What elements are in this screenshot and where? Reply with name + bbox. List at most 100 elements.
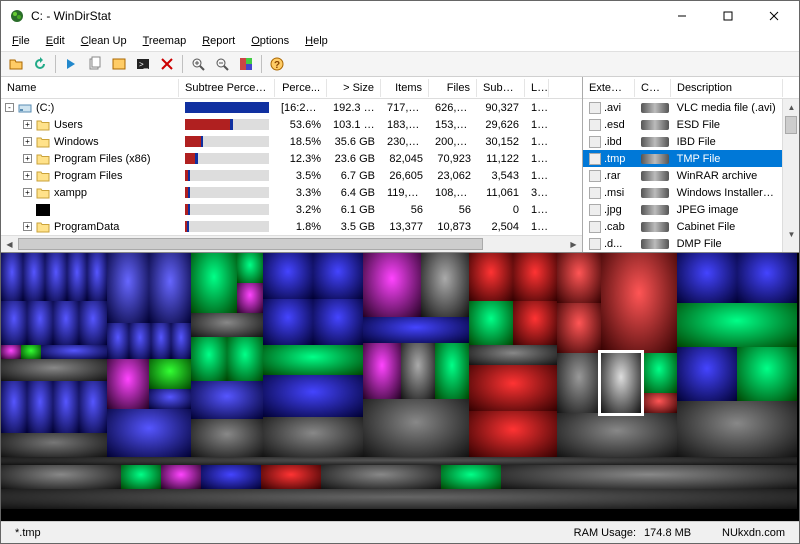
treemap-block[interactable]: [107, 253, 149, 323]
ext-row[interactable]: .rarWinRAR archive: [583, 167, 782, 184]
treemap-block[interactable]: [737, 347, 797, 401]
treemap-block[interactable]: [1, 457, 797, 465]
ext-row[interactable]: .d...DMP File: [583, 235, 782, 252]
treemap-block[interactable]: [469, 253, 513, 301]
treemap-block[interactable]: [237, 253, 263, 283]
minimize-button[interactable]: [659, 1, 705, 31]
tree-row[interactable]: -(C:)[16:29 s]192.3 GB717,226626,89990,3…: [1, 99, 582, 116]
treemap-block[interactable]: [435, 343, 469, 399]
copy-button[interactable]: [84, 53, 106, 75]
treemap-block[interactable]: [1, 489, 797, 509]
expand-icon[interactable]: +: [23, 120, 32, 129]
treemap-block[interactable]: [469, 345, 557, 365]
treemap-block[interactable]: [45, 253, 67, 301]
explorer-button[interactable]: [108, 53, 130, 75]
tree-row[interactable]: 3.2%6.1 GB5656012: [1, 201, 582, 218]
expand-icon[interactable]: +: [23, 171, 32, 180]
treemap-block[interactable]: [87, 253, 107, 301]
play-icon[interactable]: [60, 53, 82, 75]
open-button[interactable]: [5, 53, 27, 75]
treemap-block[interactable]: [171, 323, 191, 359]
tree-row[interactable]: +Users53.6%103.1 GB183,304153,67829,6261…: [1, 116, 582, 133]
col-items[interactable]: Items: [381, 79, 429, 97]
ext-row[interactable]: .ibdIBD File: [583, 133, 782, 150]
treemap-block[interactable]: [107, 409, 191, 457]
menu-report[interactable]: Report: [195, 33, 242, 49]
treemap-block[interactable]: [261, 465, 321, 489]
treemap[interactable]: [1, 253, 799, 521]
help-button[interactable]: ?: [266, 53, 288, 75]
treemap-block[interactable]: [557, 303, 601, 353]
expand-icon[interactable]: +: [23, 154, 32, 163]
col-subtreepercent[interactable]: Subtree Percent...: [179, 79, 275, 97]
col-size[interactable]: > Size: [327, 79, 381, 97]
treemap-block[interactable]: [513, 253, 557, 301]
cmd-button[interactable]: >_: [132, 53, 154, 75]
tree-hscrollbar[interactable]: ◀ ▶: [1, 235, 582, 252]
treemap-block[interactable]: [79, 381, 107, 433]
ext-row[interactable]: .aviVLC media file (.avi): [583, 99, 782, 116]
treemap-block[interactable]: [191, 337, 227, 381]
extcol-1[interactable]: Col...: [635, 79, 671, 97]
treemap-block[interactable]: [1, 345, 21, 359]
zoom-in-button[interactable]: [187, 53, 209, 75]
treemap-block[interactable]: [313, 253, 363, 299]
treemap-block[interactable]: [129, 323, 151, 359]
expand-icon[interactable]: +: [23, 222, 32, 231]
treemap-block[interactable]: [79, 301, 107, 345]
treemap-block[interactable]: [313, 299, 363, 345]
delete-button[interactable]: [156, 53, 178, 75]
col-perce[interactable]: Perce...: [275, 79, 327, 97]
treemap-block[interactable]: [641, 353, 677, 393]
refresh-button[interactable]: [29, 53, 51, 75]
tree-row[interactable]: +Program Files (x86)12.3%23.6 GB82,04570…: [1, 150, 582, 167]
treemap-block[interactable]: [737, 253, 797, 303]
treemap-block[interactable]: [469, 365, 557, 411]
treemap-block[interactable]: [191, 313, 263, 337]
treemap-block[interactable]: [149, 389, 191, 409]
treemap-button[interactable]: [235, 53, 257, 75]
treemap-block[interactable]: [237, 283, 263, 313]
treemap-block[interactable]: [263, 417, 363, 457]
treemap-block[interactable]: [263, 375, 363, 417]
menu-clean-up[interactable]: Clean Up: [74, 33, 134, 49]
tree-row[interactable]: +Windows18.5%35.6 GB230,247200,09530,152…: [1, 133, 582, 150]
menu-help[interactable]: Help: [298, 33, 335, 49]
treemap-block[interactable]: [263, 253, 313, 299]
treemap-block[interactable]: [513, 301, 557, 345]
close-button[interactable]: [751, 1, 797, 31]
treemap-block[interactable]: [191, 381, 263, 419]
col-name[interactable]: Name: [1, 79, 179, 97]
treemap-block[interactable]: [601, 353, 641, 413]
treemap-block[interactable]: [161, 465, 201, 489]
ext-row[interactable]: .cabCabinet File: [583, 218, 782, 235]
treemap-block[interactable]: [641, 393, 677, 413]
treemap-block[interactable]: [27, 381, 53, 433]
extcol-0[interactable]: Extensi...: [583, 79, 635, 97]
treemap-block[interactable]: [67, 253, 87, 301]
treemap-block[interactable]: [1, 359, 107, 381]
treemap-block[interactable]: [363, 399, 469, 457]
menu-file[interactable]: File: [5, 33, 37, 49]
treemap-block[interactable]: [557, 413, 677, 457]
treemap-block[interactable]: [1, 465, 121, 489]
treemap-block[interactable]: [151, 323, 171, 359]
treemap-block[interactable]: [501, 465, 797, 489]
col-subdirs[interactable]: Subdirs: [477, 79, 525, 97]
ext-row[interactable]: .jpgJPEG image: [583, 201, 782, 218]
menu-edit[interactable]: Edit: [39, 33, 72, 49]
treemap-block[interactable]: [321, 465, 441, 489]
treemap-block[interactable]: [421, 253, 469, 317]
treemap-block[interactable]: [677, 401, 797, 457]
tree-row[interactable]: +ProgramData1.8%3.5 GB13,37710,8732,5041…: [1, 218, 582, 235]
tree-row[interactable]: +xampp3.3%6.4 GB119,494108,43311,06130: [1, 184, 582, 201]
treemap-block[interactable]: [469, 411, 557, 457]
treemap-block[interactable]: [227, 337, 263, 381]
treemap-block[interactable]: [1, 381, 27, 433]
treemap-block[interactable]: [121, 465, 161, 489]
treemap-block[interactable]: [263, 299, 313, 345]
menu-options[interactable]: Options: [244, 33, 296, 49]
treemap-block[interactable]: [263, 345, 363, 375]
maximize-button[interactable]: [705, 1, 751, 31]
treemap-block[interactable]: [107, 323, 129, 359]
